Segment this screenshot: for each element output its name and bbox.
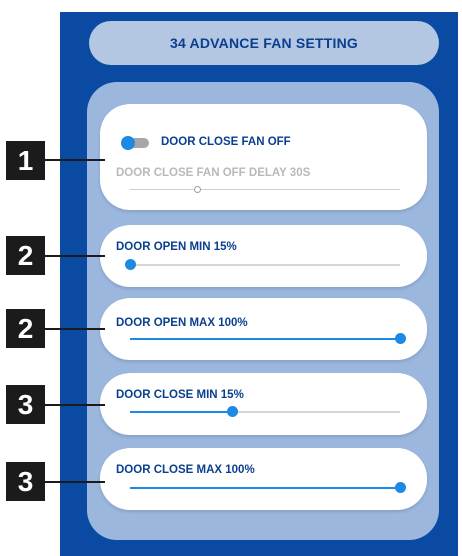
door-open-max-card: DOOR OPEN MAX 100% <box>100 298 427 360</box>
door-open-max-slider[interactable] <box>130 333 406 345</box>
slider-thumb[interactable] <box>394 482 406 493</box>
toggle-knob[interactable] <box>121 136 135 150</box>
callout-2: 2 <box>6 309 45 348</box>
door-close-max-card: DOOR CLOSE MAX 100% <box>100 448 427 510</box>
door-open-min-label: DOOR OPEN MIN 15% <box>116 241 237 253</box>
callout-line <box>45 481 105 483</box>
door-close-fan-off-card: DOOR CLOSE FAN OFF DOOR CLOSE FAN OFF DE… <box>100 104 427 210</box>
callout-3: 3 <box>6 462 45 501</box>
slider-thumb[interactable] <box>124 259 136 270</box>
callout-line <box>45 404 105 406</box>
door-close-max-slider[interactable] <box>130 482 406 494</box>
slider-thumb[interactable] <box>394 333 406 344</box>
door-close-fan-off-delay-slider[interactable] <box>130 183 400 195</box>
door-open-min-card: DOOR OPEN MIN 15% <box>100 225 427 287</box>
slider-thumb[interactable] <box>194 185 201 193</box>
callout-2: 2 <box>6 236 45 275</box>
door-close-fan-off-delay-label: DOOR CLOSE FAN OFF DELAY 30S <box>116 167 311 179</box>
slider-fill <box>130 411 233 413</box>
callout-line <box>45 328 105 330</box>
callout-line <box>45 159 105 161</box>
door-open-max-label: DOOR OPEN MAX 100% <box>116 317 248 329</box>
slider-thumb[interactable] <box>227 406 239 417</box>
slider-track <box>130 264 400 266</box>
slider-fill <box>130 338 400 340</box>
callout-3: 3 <box>6 385 45 424</box>
door-close-max-label: DOOR CLOSE MAX 100% <box>116 464 255 476</box>
door-close-min-label: DOOR CLOSE MIN 15% <box>116 389 244 401</box>
door-open-min-slider[interactable] <box>124 259 400 271</box>
door-close-fan-off-toggle[interactable] <box>121 136 151 150</box>
door-close-min-slider[interactable] <box>130 406 400 418</box>
callout-1: 1 <box>6 141 45 180</box>
slider-fill <box>130 487 400 489</box>
door-close-min-card: DOOR CLOSE MIN 15% <box>100 373 427 435</box>
callout-line <box>45 255 105 257</box>
page-title: 34 ADVANCE FAN SETTING <box>89 21 439 65</box>
door-close-fan-off-label: DOOR CLOSE FAN OFF <box>161 136 291 148</box>
slider-track <box>130 188 400 190</box>
